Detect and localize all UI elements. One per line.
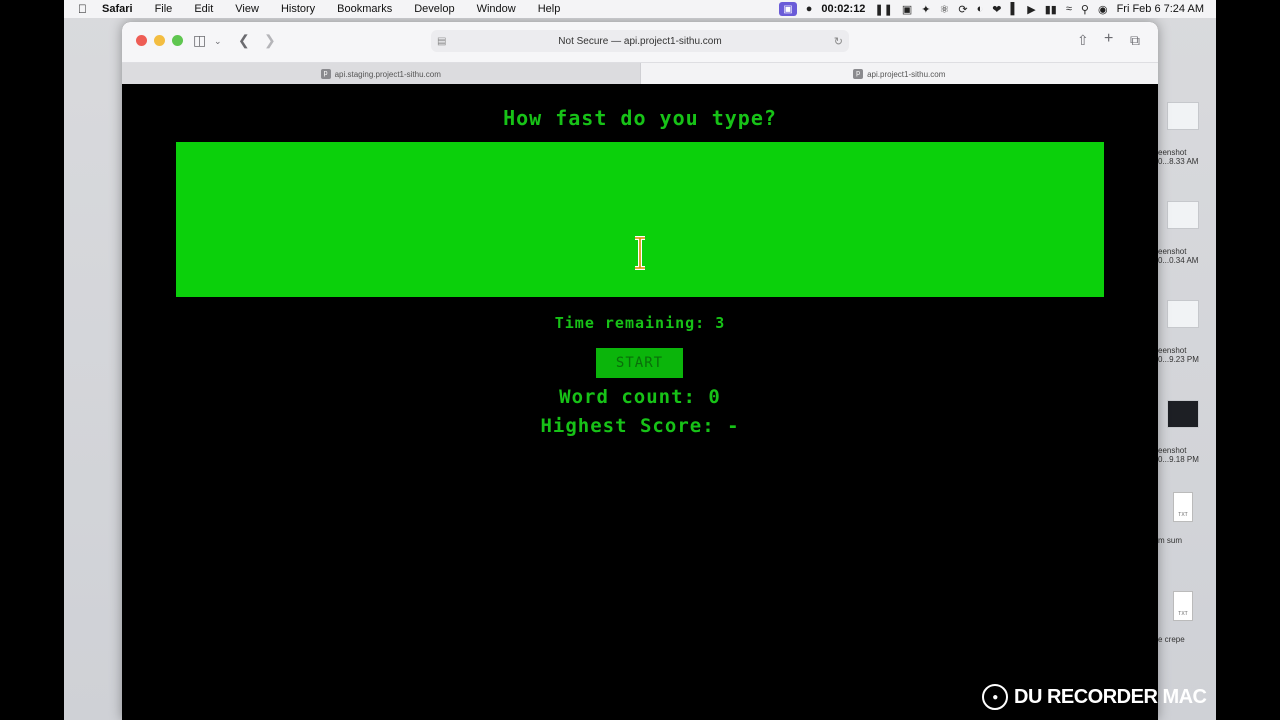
apple-icon[interactable]: : [78, 2, 92, 16]
panel-icon[interactable]: ▌: [1010, 3, 1018, 15]
tab-staging[interactable]: p api.staging.project1-sithu.com: [122, 63, 641, 85]
safari-window: ◫ ⌄ ❮ ❯ ▤ Not Secure — api.project1-sith…: [122, 22, 1158, 720]
wifi-icon[interactable]: ≈: [1066, 3, 1072, 15]
menu-view[interactable]: View: [235, 3, 259, 15]
page-title: How fast do you type?: [503, 106, 777, 130]
play-icon[interactable]: ▶: [1027, 3, 1035, 16]
start-button[interactable]: START: [596, 348, 683, 378]
recorder-logo-icon: ●: [982, 684, 1008, 710]
file-label: eenshot 0...0.34 AM: [1158, 247, 1199, 265]
tab-project1[interactable]: p api.project1-sithu.com: [640, 63, 1158, 85]
back-button[interactable]: ❮: [238, 32, 250, 49]
browser-toolbar: ◫ ⌄ ❮ ❯ ▤ Not Secure — api.project1-sith…: [122, 22, 1158, 63]
sidebar-toggle-icon[interactable]: ◫: [193, 32, 206, 49]
tab-overview-icon[interactable]: ⧉: [1130, 32, 1140, 49]
typing-textarea[interactable]: [176, 142, 1104, 297]
search-icon[interactable]: ⚲: [1081, 3, 1089, 16]
file-label: e crepe: [1158, 635, 1185, 644]
file-label: m sum: [1158, 536, 1182, 545]
text-cursor-icon: [635, 236, 645, 270]
desktop-file-screenshot-1[interactable]: eenshot 0...8.33 AM: [1158, 102, 1208, 166]
share-icon[interactable]: ⇧: [1077, 32, 1089, 49]
desktop-file-screenshot-4[interactable]: eenshot 0...9.18 PM: [1158, 400, 1208, 464]
menu-history[interactable]: History: [281, 3, 315, 15]
address-bar[interactable]: ▤ Not Secure — api.project1-sithu.com ↻: [431, 30, 849, 52]
text-file-icon: TXT: [1173, 591, 1193, 621]
favicon-icon: p: [320, 69, 331, 79]
screen-share-icon[interactable]: ▣: [779, 2, 797, 16]
desktop-file-screenshot-2[interactable]: eenshot 0...0.34 AM: [1158, 201, 1208, 265]
menu-file[interactable]: File: [155, 3, 173, 15]
stop-icon[interactable]: ▣: [902, 3, 912, 16]
word-count: Word count: 0: [559, 386, 721, 408]
text-file-icon: TXT: [1173, 492, 1193, 522]
reload-icon[interactable]: ↻: [834, 35, 843, 48]
page-menu-icon[interactable]: ▤: [437, 36, 446, 47]
control-center-icon[interactable]: ◉: [1098, 3, 1108, 16]
address-text: Not Secure — api.project1-sithu.com: [558, 35, 722, 47]
menu-develop[interactable]: Develop: [414, 3, 454, 15]
time-remaining: Time remaining: 3: [554, 314, 726, 332]
highest-score: Highest Score: -: [540, 415, 740, 437]
file-thumbnail: [1167, 400, 1199, 428]
tab-label: api.project1-sithu.com: [867, 69, 946, 79]
favicon-icon: p: [853, 69, 864, 79]
desktop-file-text-2[interactable]: TXT e crepe: [1158, 591, 1208, 644]
camera-icon[interactable]: ●: [806, 3, 813, 15]
menu-bookmarks[interactable]: Bookmarks: [337, 3, 392, 15]
minimize-window-button[interactable]: [154, 35, 165, 46]
sparkle-icon[interactable]: ✦: [921, 3, 930, 16]
loading-icon[interactable]: ◐: [977, 3, 984, 15]
status-area: ▣ ● 00:02:12 ❚❚ ▣ ✦ ⚛ ⟳ ◐ ❤ ▌ ▶ ▮▮ ≈ ⚲ ◉…: [779, 0, 1204, 18]
desktop-file-screenshot-3[interactable]: eenshot 0...9.23 PM: [1158, 300, 1208, 364]
menu-datetime[interactable]: Fri Feb 6 7:24 AM: [1117, 3, 1204, 15]
zoom-window-button[interactable]: [172, 35, 183, 46]
watermark-text: DU RECORDER MAC: [1014, 685, 1207, 708]
menu-bar:  Safari File Edit View History Bookmark…: [64, 0, 1216, 18]
file-thumbnail: [1167, 201, 1199, 229]
pause-icon[interactable]: ❚❚: [874, 3, 892, 16]
creative-cloud-icon[interactable]: ⚛: [940, 3, 950, 16]
recording-time: 00:02:12: [821, 3, 866, 15]
file-label: eenshot 0...9.23 PM: [1158, 346, 1199, 364]
close-window-button[interactable]: [136, 35, 147, 46]
tab-bar: p api.staging.project1-sithu.com p api.p…: [122, 63, 1158, 86]
app-icon[interactable]: ❤: [992, 3, 1001, 16]
file-label: eenshot 0...9.18 PM: [1158, 446, 1199, 464]
menu-window[interactable]: Window: [477, 3, 516, 15]
tab-label: api.staging.project1-sithu.com: [334, 69, 441, 79]
file-thumbnail: [1167, 102, 1199, 130]
recorder-watermark: ● DU RECORDER MAC: [982, 684, 1207, 710]
battery-icon[interactable]: ▮▮: [1045, 3, 1057, 16]
sync-icon[interactable]: ⟳: [958, 3, 967, 16]
chevron-down-icon[interactable]: ⌄: [214, 36, 222, 47]
desktop-file-text-1[interactable]: TXT m sum: [1158, 492, 1208, 545]
file-label: eenshot 0...8.33 AM: [1158, 148, 1199, 166]
typing-game-page: How fast do you type? Time remaining: 3 …: [122, 84, 1158, 720]
menu-app-name[interactable]: Safari: [102, 3, 133, 15]
file-thumbnail: [1167, 300, 1199, 328]
menu-edit[interactable]: Edit: [194, 3, 213, 15]
menu-help[interactable]: Help: [538, 3, 561, 15]
new-tab-button[interactable]: +: [1104, 30, 1113, 48]
forward-button[interactable]: ❯: [264, 32, 276, 49]
window-controls: [136, 35, 183, 46]
